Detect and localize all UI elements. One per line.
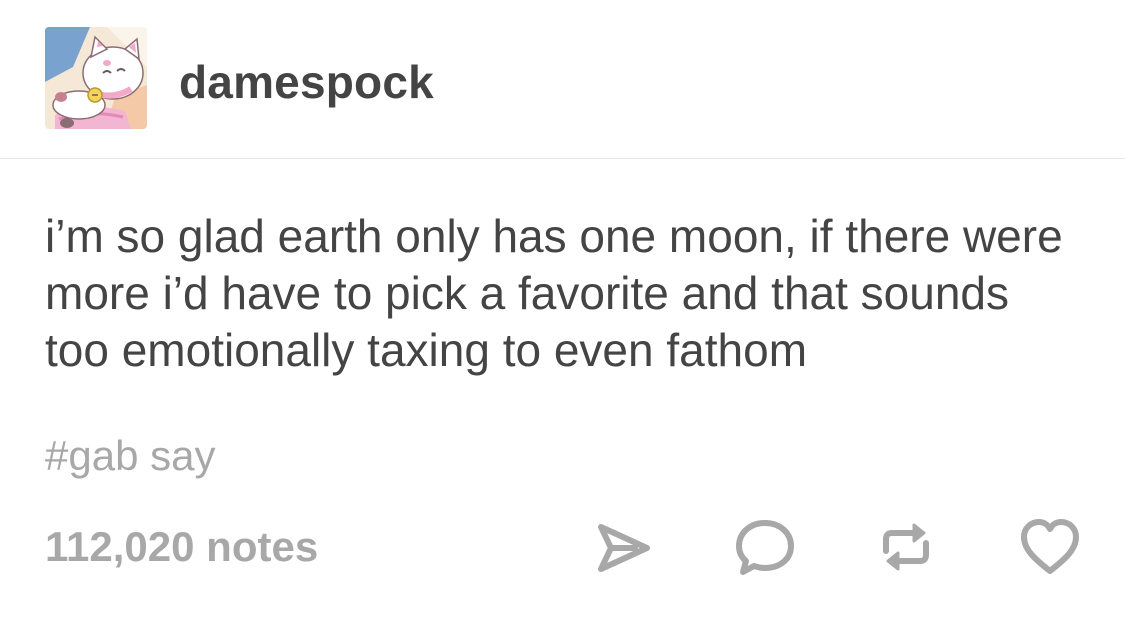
username[interactable]: damespock [179,56,434,108]
reblog-button[interactable] [874,515,938,579]
like-button[interactable] [1018,515,1082,579]
notes-count[interactable]: 112,020 notes [45,522,318,572]
avatar[interactable] [45,27,147,129]
tag-item[interactable]: say [150,432,215,479]
post-footer: 112,020 notes [0,515,1125,579]
heart-icon [1021,519,1079,574]
post-header: damespock [0,0,1125,159]
reply-button[interactable] [733,515,797,579]
speech-bubble-icon [736,520,794,575]
tag-item[interactable]: #gab [45,432,138,479]
tag-list: #gab say [45,432,215,480]
avatar-cat-illustration [45,27,147,129]
reblog-icon [883,523,929,571]
share-icon [598,524,650,572]
share-button[interactable] [591,515,655,579]
post-body-text: i’m so glad earth only has one moon, if … [45,210,1063,376]
tumblr-post: damespock i’m so glad earth only has one… [0,0,1125,623]
